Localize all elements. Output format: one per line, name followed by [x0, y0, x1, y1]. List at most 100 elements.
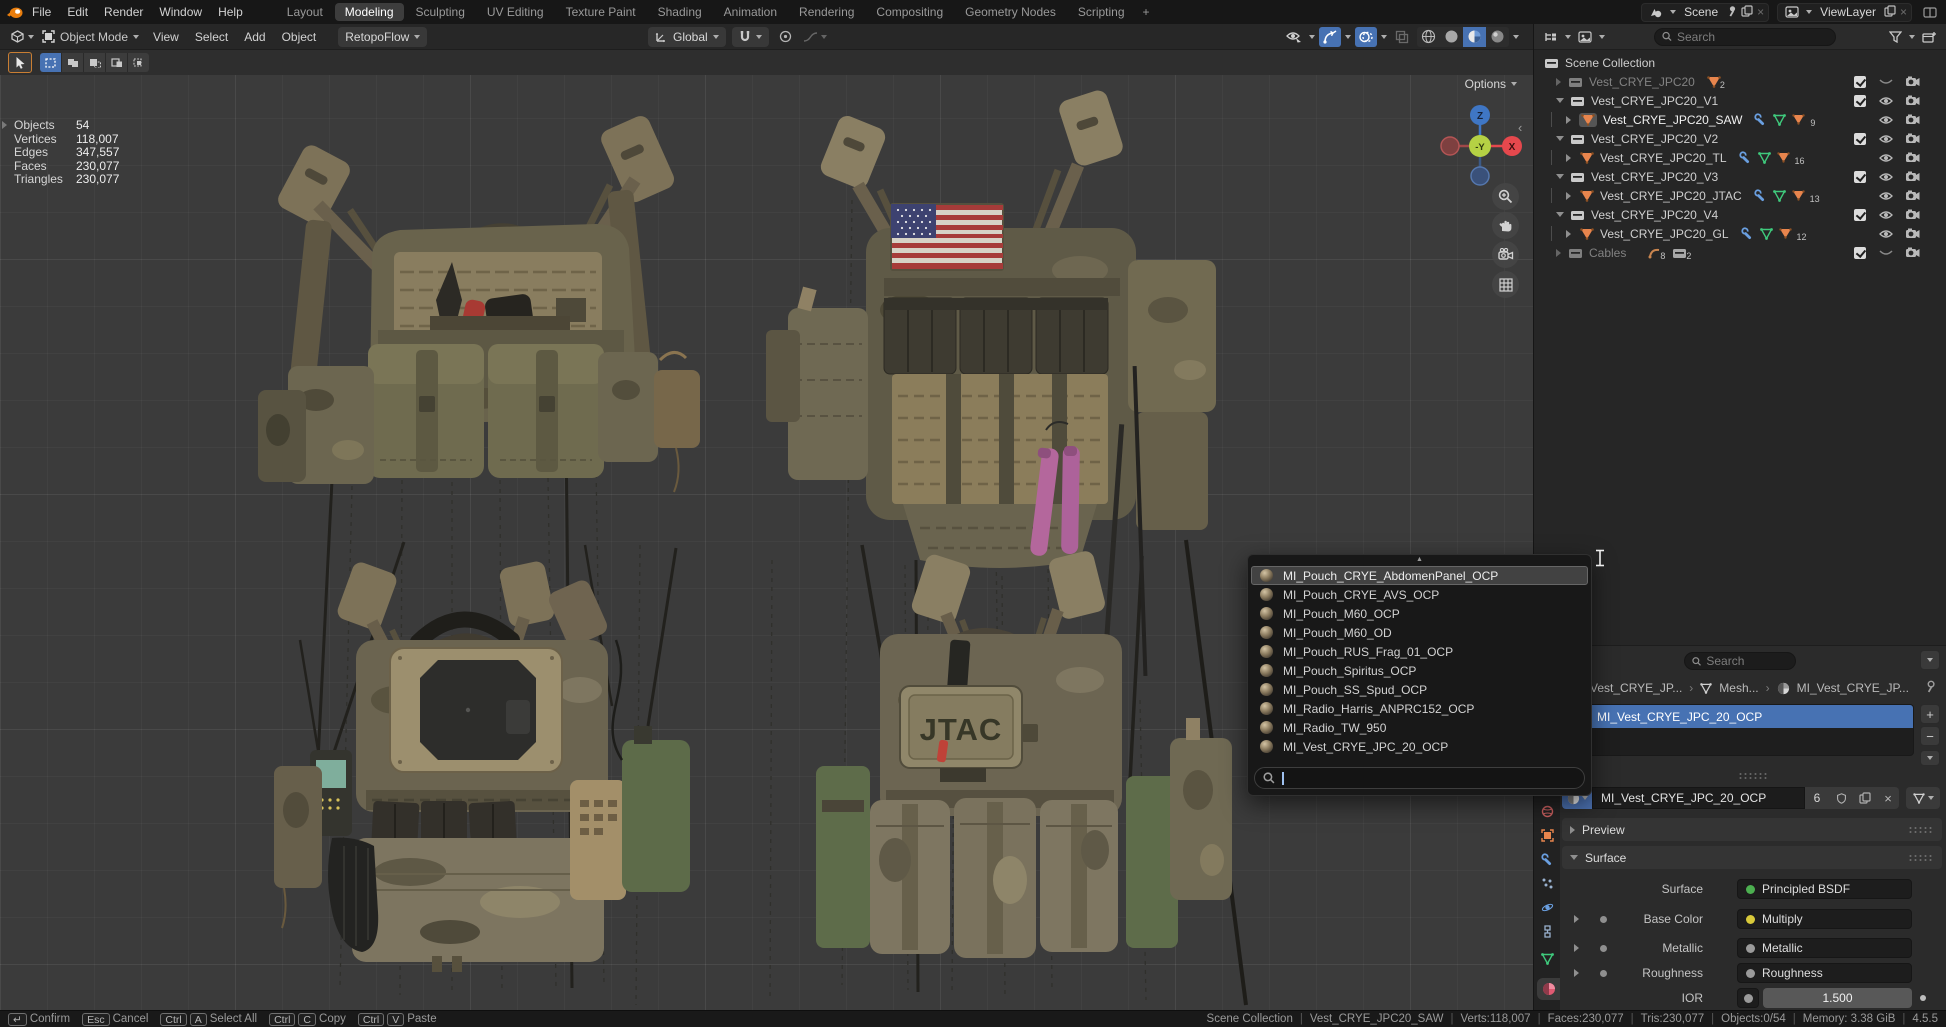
checkbox[interactable]: [1852, 207, 1868, 223]
eye-open-icon[interactable]: [1878, 207, 1894, 223]
outliner-row-tl[interactable]: Vest_CRYE_JPC20_TL 16: [1534, 148, 1946, 167]
copy-scene-icon[interactable]: [1741, 5, 1753, 20]
pin-icon[interactable]: [1924, 680, 1936, 696]
popup-item[interactable]: MI_Pouch_CRYE_AbdomenPanel_OCP: [1251, 566, 1588, 585]
outliner-display-mode-icon[interactable]: [1540, 27, 1562, 47]
sidebar-collapse-arrow[interactable]: ‹: [1518, 120, 1522, 135]
collapse-icon[interactable]: [1556, 212, 1564, 217]
editor-type-icon[interactable]: [6, 27, 28, 47]
camera-render-icon[interactable]: [1904, 74, 1920, 90]
chevron-down-icon[interactable]: [1806, 10, 1812, 14]
expand-icon[interactable]: [1566, 116, 1571, 124]
remove-slot-button[interactable]: −: [1920, 726, 1940, 746]
gizmo-axis-neg-z[interactable]: [1471, 167, 1489, 185]
menu-render[interactable]: Render: [96, 3, 151, 21]
stats-expander[interactable]: [2, 121, 7, 129]
tab-shading[interactable]: Shading: [648, 3, 712, 21]
scene-name[interactable]: Scene: [1680, 5, 1722, 19]
new-collection-icon[interactable]: [1918, 27, 1940, 47]
xray-toggle[interactable]: [1391, 27, 1413, 47]
filter-icon[interactable]: [1884, 27, 1906, 47]
tab-layout[interactable]: Layout: [277, 3, 333, 21]
checkbox[interactable]: [1852, 245, 1868, 261]
select-set[interactable]: [40, 53, 61, 72]
chevron-down-icon[interactable]: [1309, 35, 1315, 39]
select-invert[interactable]: [106, 53, 127, 72]
material-name-field[interactable]: MI_Vest_CRYE_JPC_20_OCP: [1592, 787, 1805, 809]
camera-render-icon[interactable]: [1904, 150, 1920, 166]
popup-item[interactable]: MI_Radio_Harris_ANPRC152_OCP: [1251, 699, 1588, 718]
camera-render-icon[interactable]: [1904, 93, 1920, 109]
fake-user-shield-icon[interactable]: [1829, 787, 1853, 809]
outliner-row-jpc20[interactable]: Vest_CRYE_JPC20 2: [1534, 72, 1946, 91]
outliner-search[interactable]: [1654, 28, 1836, 46]
shading-rendered[interactable]: [1486, 27, 1509, 47]
scene-browse-icon[interactable]: [1646, 4, 1666, 21]
surface-value-field[interactable]: Principled BSDF: [1737, 879, 1912, 899]
breadcrumb-mesh[interactable]: Mesh...: [1719, 681, 1758, 695]
camera-render-icon[interactable]: [1904, 112, 1920, 128]
tab-sculpting[interactable]: Sculpting: [406, 3, 475, 21]
surface-panel-header[interactable]: Surface: [1562, 846, 1942, 869]
outliner-row-saw[interactable]: Vest_CRYE_JPC20_SAW 9: [1534, 110, 1946, 129]
options-dropdown[interactable]: Options: [1465, 77, 1517, 91]
base-color-value-field[interactable]: Multiply: [1737, 909, 1912, 929]
outliner-row-v2[interactable]: Vest_CRYE_JPC20_V2: [1534, 129, 1946, 148]
add-workspace-button[interactable]: +: [1137, 5, 1156, 19]
snap-toggle[interactable]: [732, 27, 769, 47]
pin-icon[interactable]: [1726, 5, 1737, 20]
mode-selector[interactable]: Object Mode: [42, 30, 139, 44]
blender-logo-icon[interactable]: [4, 4, 24, 21]
menu-edit[interactable]: Edit: [59, 3, 96, 21]
breadcrumb-material[interactable]: MI_Vest_CRYE_JP...: [1797, 681, 1909, 695]
expand-icon[interactable]: [1566, 192, 1571, 200]
outliner-search-input[interactable]: [1677, 30, 1828, 44]
eye-open-icon[interactable]: [1878, 112, 1894, 128]
expand-icon[interactable]: [1566, 230, 1571, 238]
camera-render-icon[interactable]: [1904, 131, 1920, 147]
select-subtract[interactable]: [84, 53, 105, 72]
outliner-row-gl[interactable]: Vest_CRYE_JPC20_GL 12: [1534, 224, 1946, 243]
chevron-down-icon[interactable]: [1670, 10, 1676, 14]
show-overlays-toggle[interactable]: [1355, 27, 1377, 47]
select-intersect[interactable]: [128, 53, 149, 72]
camera-render-icon[interactable]: [1904, 169, 1920, 185]
camera-render-icon[interactable]: [1904, 188, 1920, 204]
navigation-gizmo[interactable]: Z X -Y: [1428, 96, 1533, 196]
tab-physics-world[interactable]: [1534, 800, 1560, 822]
animate-dot[interactable]: [1920, 995, 1926, 1001]
tab-geometry-nodes[interactable]: Geometry Nodes: [955, 3, 1066, 21]
eye-closed-icon[interactable]: [1878, 245, 1894, 261]
tab-object[interactable]: [1534, 824, 1560, 846]
menu-file[interactable]: File: [24, 3, 59, 21]
chevron-down-icon[interactable]: [28, 35, 34, 39]
unlink-material-icon[interactable]: ×: [1877, 787, 1899, 809]
popup-item[interactable]: MI_Vest_CRYE_JPC_20_OCP: [1251, 737, 1588, 756]
active-tool-tweak[interactable]: [8, 52, 32, 73]
popup-item[interactable]: MI_Pouch_M60_OCP: [1251, 604, 1588, 623]
tab-scripting[interactable]: Scripting: [1068, 3, 1135, 21]
outliner-row-jtac[interactable]: Vest_CRYE_JPC20_JTAC 13: [1534, 186, 1946, 205]
checkbox[interactable]: [1852, 169, 1868, 185]
retopoflow-menu[interactable]: RetopoFlow: [338, 27, 427, 47]
add-slot-button[interactable]: +: [1920, 704, 1940, 724]
copy-view-layer-icon[interactable]: [1884, 5, 1896, 20]
view-layer-browse-icon[interactable]: [1782, 4, 1802, 21]
zoom-button[interactable]: [1492, 183, 1519, 210]
tab-texture-paint[interactable]: Texture Paint: [556, 3, 646, 21]
menu-object[interactable]: Object: [274, 28, 325, 46]
collapse-icon[interactable]: [1556, 98, 1564, 103]
viewport-3d[interactable]: JTAC: [0, 24, 1533, 1010]
chevron-down-icon[interactable]: [1381, 35, 1387, 39]
checkbox[interactable]: [1852, 93, 1868, 109]
chevron-down-icon[interactable]: [1345, 35, 1351, 39]
eye-open-icon[interactable]: [1878, 188, 1894, 204]
screen-layout-icon[interactable]: [1920, 4, 1940, 21]
popup-item[interactable]: MI_Radio_TW_950: [1251, 718, 1588, 737]
eye-open-icon[interactable]: [1878, 131, 1894, 147]
view-layer-name[interactable]: ViewLayer: [1816, 5, 1880, 19]
proportional-falloff[interactable]: [803, 31, 827, 43]
node-output-selector[interactable]: [1906, 787, 1940, 809]
popup-search-field[interactable]: [1254, 767, 1585, 789]
shading-material-preview[interactable]: [1463, 27, 1486, 47]
